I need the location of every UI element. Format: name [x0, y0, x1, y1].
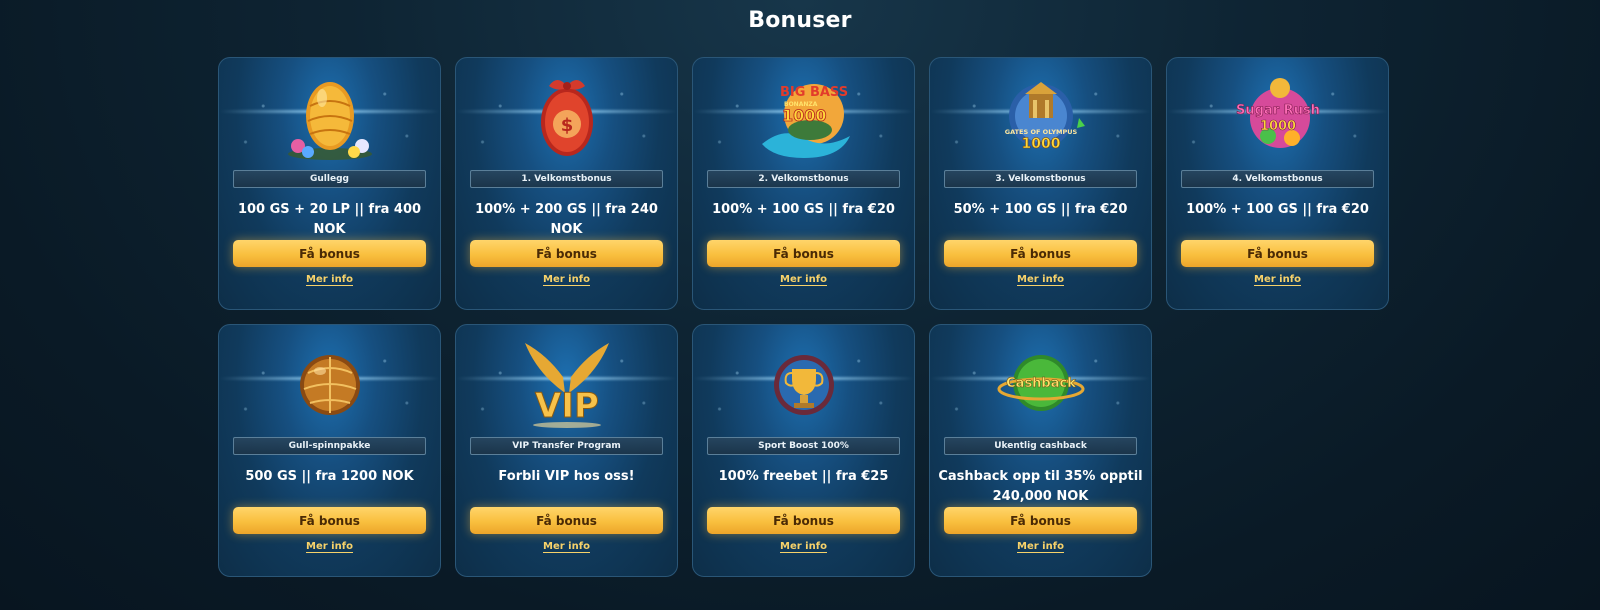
- gates-1000-text: 1000: [1021, 136, 1060, 152]
- more-info-link[interactable]: Mer info: [306, 274, 353, 286]
- big-bass-text: BIG BASS: [780, 85, 848, 100]
- bonus-description: 500 GS || fra 1200 NOK: [245, 469, 414, 484]
- get-bonus-button[interactable]: Få bonus: [233, 507, 426, 534]
- bonus-description: Forbli VIP hos oss!: [498, 469, 635, 484]
- more-info-link[interactable]: Mer info: [1254, 274, 1301, 286]
- bonus-card-gullegg: Gullegg 100 GS + 20 LP || fra 400 NOK Få…: [218, 57, 441, 310]
- bonus-card-gull-spinnpakke: Gull-spinnpakke 500 GS || fra 1200 NOK F…: [218, 324, 441, 577]
- sugar-rush-text: Sugar Rush: [1236, 103, 1320, 118]
- cashback-text: Cashback: [1006, 376, 1076, 391]
- bonus-card-velkomstbonus-4: Sugar Rush 1000 4. Velkomstbonus 100% + …: [1166, 57, 1389, 310]
- bonus-description: 100% freebet || fra €25: [718, 469, 889, 484]
- bonus-label: VIP Transfer Program: [470, 437, 663, 455]
- bonus-label: 4. Velkomstbonus: [1181, 170, 1374, 188]
- sugar-rush-icon: Sugar Rush 1000: [1218, 66, 1338, 166]
- get-bonus-button[interactable]: Få bonus: [233, 240, 426, 267]
- bonus-label: 1. Velkomstbonus: [470, 170, 663, 188]
- bonus-description: Cashback opp til 35% opptil 240,000 NOK: [938, 469, 1143, 504]
- bonus-description: 100% + 100 GS || fra €20: [1186, 202, 1369, 217]
- red-egg-dollar-icon: $: [507, 66, 627, 166]
- bonus-card-vip-transfer: VIP VIP Transfer Program Forbli VIP hos …: [455, 324, 678, 577]
- bonus-label: Gullegg: [233, 170, 426, 188]
- bonus-card-velkomstbonus-1: $ 1. Velkomstbonus 100% + 200 GS || fra …: [455, 57, 678, 310]
- bonus-description: 100% + 100 GS || fra €20: [712, 202, 895, 217]
- bonus-card-velkomstbonus-2: BIG BASS BONANZA 1000 2. Velkomstbonus 1…: [692, 57, 915, 310]
- more-info-link[interactable]: Mer info: [1017, 274, 1064, 286]
- page-title: Bonuser: [748, 8, 852, 33]
- bonus-card-velkomstbonus-3: GATES OF OLYMPUS 1000 3. Velkomstbonus 5…: [929, 57, 1152, 310]
- get-bonus-button[interactable]: Få bonus: [470, 240, 663, 267]
- get-bonus-button[interactable]: Få bonus: [707, 240, 900, 267]
- more-info-link[interactable]: Mer info: [306, 541, 353, 553]
- bonus-label: 2. Velkomstbonus: [707, 170, 900, 188]
- more-info-link[interactable]: Mer info: [780, 541, 827, 553]
- golden-egg-icon: [270, 66, 390, 166]
- vip-wings-icon: VIP: [507, 333, 627, 433]
- trophy-orb-icon: [744, 333, 864, 433]
- get-bonus-button[interactable]: Få bonus: [1181, 240, 1374, 267]
- gates-of-olympus-icon: GATES OF OLYMPUS 1000: [981, 66, 1101, 166]
- bonus-card-ukentlig-cashback: Cashback Ukentlig cashback Cashback opp …: [929, 324, 1152, 577]
- cashback-orb-icon: Cashback: [981, 333, 1101, 433]
- gates-of-olympus-text: GATES OF OLYMPUS: [1004, 128, 1077, 136]
- bonus-description: 100% + 200 GS || fra 240 NOK: [475, 202, 658, 237]
- svg-text:$: $: [560, 115, 573, 136]
- more-info-link[interactable]: Mer info: [780, 274, 827, 286]
- bonus-grid: Gullegg 100 GS + 20 LP || fra 400 NOK Få…: [218, 57, 1389, 577]
- vip-text: VIP: [535, 386, 599, 426]
- bonus-label: Sport Boost 100%: [707, 437, 900, 455]
- more-info-link[interactable]: Mer info: [543, 541, 590, 553]
- bonus-description: 100 GS + 20 LP || fra 400 NOK: [237, 202, 422, 237]
- big-bass-1000-text: 1000: [782, 106, 827, 125]
- sugar-rush-1000-text: 1000: [1259, 119, 1295, 134]
- bonus-description: 50% + 100 GS || fra €20: [953, 202, 1128, 217]
- get-bonus-button[interactable]: Få bonus: [470, 507, 663, 534]
- get-bonus-button[interactable]: Få bonus: [944, 240, 1137, 267]
- bonus-label: Gull-spinnpakke: [233, 437, 426, 455]
- bonus-label: 3. Velkomstbonus: [944, 170, 1137, 188]
- golden-ball-icon: [270, 333, 390, 433]
- more-info-link[interactable]: Mer info: [543, 274, 590, 286]
- big-bass-bonanza-icon: BIG BASS BONANZA 1000: [744, 66, 864, 166]
- more-info-link[interactable]: Mer info: [1017, 541, 1064, 553]
- bonus-card-sport-boost: Sport Boost 100% 100% freebet || fra €25…: [692, 324, 915, 577]
- get-bonus-button[interactable]: Få bonus: [944, 507, 1137, 534]
- bonus-label: Ukentlig cashback: [944, 437, 1137, 455]
- get-bonus-button[interactable]: Få bonus: [707, 507, 900, 534]
